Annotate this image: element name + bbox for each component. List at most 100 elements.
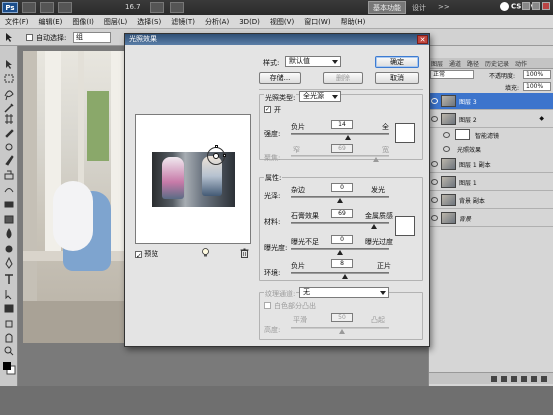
layer-row[interactable]: 图层 1 副本 [429,156,553,173]
move-tool-icon[interactable] [4,32,18,43]
arrange-documents-button[interactable] [170,2,184,13]
fill-label: 填充: [505,85,520,92]
layer-row[interactable]: 图层 1 [429,174,553,191]
height-input[interactable]: 50 [331,313,353,322]
white-high-label: 白色部分凸出 [274,302,316,310]
eye-icon[interactable] [443,146,450,152]
eye-icon[interactable] [431,161,438,167]
zoom-level[interactable]: 16.7 [125,3,141,11]
eye-icon[interactable] [431,98,438,104]
delete-button[interactable]: 删除 [323,72,363,84]
height-slider-thumb[interactable] [339,329,345,334]
light-edge-handle[interactable] [215,145,218,148]
close-icon[interactable] [542,2,550,10]
exposure-input[interactable]: 0 [331,235,353,244]
light-edge-handle[interactable] [223,154,226,157]
auto-select-dropdown[interactable]: 组 [73,32,111,43]
maximize-icon[interactable] [532,2,540,10]
ok-button[interactable]: 确定 [375,56,419,68]
intensity-slider[interactable] [291,133,389,135]
minimize-icon[interactable] [522,2,530,10]
texture-channel-dropdown[interactable]: 无 [299,287,389,298]
light-on-label: 开 [274,106,281,114]
material-slider-thumb[interactable] [371,224,377,229]
type-icon [5,274,13,284]
hand-tool-button[interactable] [150,2,164,13]
layer-row[interactable]: 背景 [429,210,553,227]
ambience-slider-thumb[interactable] [342,274,348,279]
link-layers-icon [491,376,497,382]
eye-icon[interactable] [443,132,450,138]
eye-icon[interactable] [431,215,438,221]
smart-filters-row[interactable]: 智能滤镜 [429,128,553,142]
menu-select[interactable]: 选择(S) [132,15,166,29]
menu-file[interactable]: 文件(F) [0,15,34,29]
crop-icon [5,114,13,124]
light-on-checkbox[interactable]: ✓ [264,106,271,113]
preview-checkbox[interactable]: ✓ [135,250,142,260]
white-high-checkbox[interactable] [264,302,271,309]
auto-select-checkbox[interactable] [26,34,33,41]
gloss-slider-thumb[interactable] [337,198,343,203]
save-button[interactable]: 存储... [259,72,301,84]
focus-slider-thumb[interactable] [373,157,379,162]
exposure-slider-thumb[interactable] [337,250,343,255]
mask-icon [511,376,517,382]
bridge-button[interactable] [22,2,36,13]
opacity-input[interactable]: 100% [523,70,551,79]
menu-analysis[interactable]: 分析(A) [200,15,234,29]
filter-mask-thumbnail [455,129,470,140]
gloss-input[interactable]: 0 [331,183,353,192]
view-extras-button[interactable] [58,2,72,13]
cancel-button[interactable]: 取消 [375,72,419,84]
menu-image[interactable]: 图像(I) [67,15,99,29]
separator [259,89,423,90]
minibridge-button[interactable] [40,2,54,13]
tab-layers[interactable]: 图层 [431,59,443,68]
material-input[interactable]: 69 [331,209,353,218]
intensity-min-label: 负片 [291,123,305,131]
dialog-close-icon[interactable]: ✕ [417,35,428,44]
preview-checkbox-row[interactable]: ✓ 预览 [135,249,158,260]
eye-icon[interactable] [431,197,438,203]
layer-row[interactable]: 图层 2 ◆ [429,111,553,128]
light-bulb-icon[interactable] [201,248,210,258]
intensity-input[interactable]: 14 [331,120,353,129]
menu-filter[interactable]: 滤镜(T) [166,15,200,29]
trash-icon[interactable] [240,248,249,258]
menu-window[interactable]: 窗口(W) [299,15,335,29]
ambience-slider[interactable] [291,272,389,274]
intensity-slider-thumb[interactable] [345,135,351,140]
eraser-icon [4,201,14,208]
layer-row[interactable]: 背景 副本 [429,192,553,209]
smart-filter-item[interactable]: 光照效果 [429,142,553,156]
blend-mode-dropdown[interactable]: 正常 [430,70,474,79]
light-color-swatch[interactable] [395,123,415,143]
focus-input[interactable]: 69 [331,144,353,153]
menu-help[interactable]: 帮助(H) [336,15,371,29]
menu-layer[interactable]: 图层(L) [99,15,132,29]
tab-paths[interactable]: 路径 [467,59,479,68]
light-center-handle[interactable] [213,153,219,159]
tab-channels[interactable]: 通道 [449,59,461,68]
ambience-color-swatch[interactable] [395,216,415,236]
menu-edit[interactable]: 编辑(E) [34,15,68,29]
fill-input[interactable]: 100% [523,82,551,91]
workspace-more-button[interactable]: >> [438,3,450,11]
ambience-input[interactable]: 8 [331,259,353,268]
menu-view[interactable]: 视图(V) [265,15,299,29]
height-max-label: 凸起 [371,316,385,324]
workspace-design-button[interactable]: 设计 [412,3,426,13]
eye-icon[interactable] [431,179,438,185]
workspace-essentials-button[interactable]: 基本功能 [368,1,406,14]
preview-area[interactable] [135,114,251,244]
photoshop-logo-icon: Ps [2,2,18,13]
light-type-dropdown[interactable]: 全光源 [299,91,341,102]
tab-history[interactable]: 历史记录 [485,59,509,68]
tab-actions[interactable]: 动作 [515,59,527,68]
eye-icon[interactable] [431,116,438,122]
menu-3d[interactable]: 3D(D) [234,15,265,29]
layer-row[interactable]: 图层 3 [429,93,553,110]
layers-panel-footer [429,372,553,384]
style-dropdown[interactable]: 默认值 [285,56,341,67]
